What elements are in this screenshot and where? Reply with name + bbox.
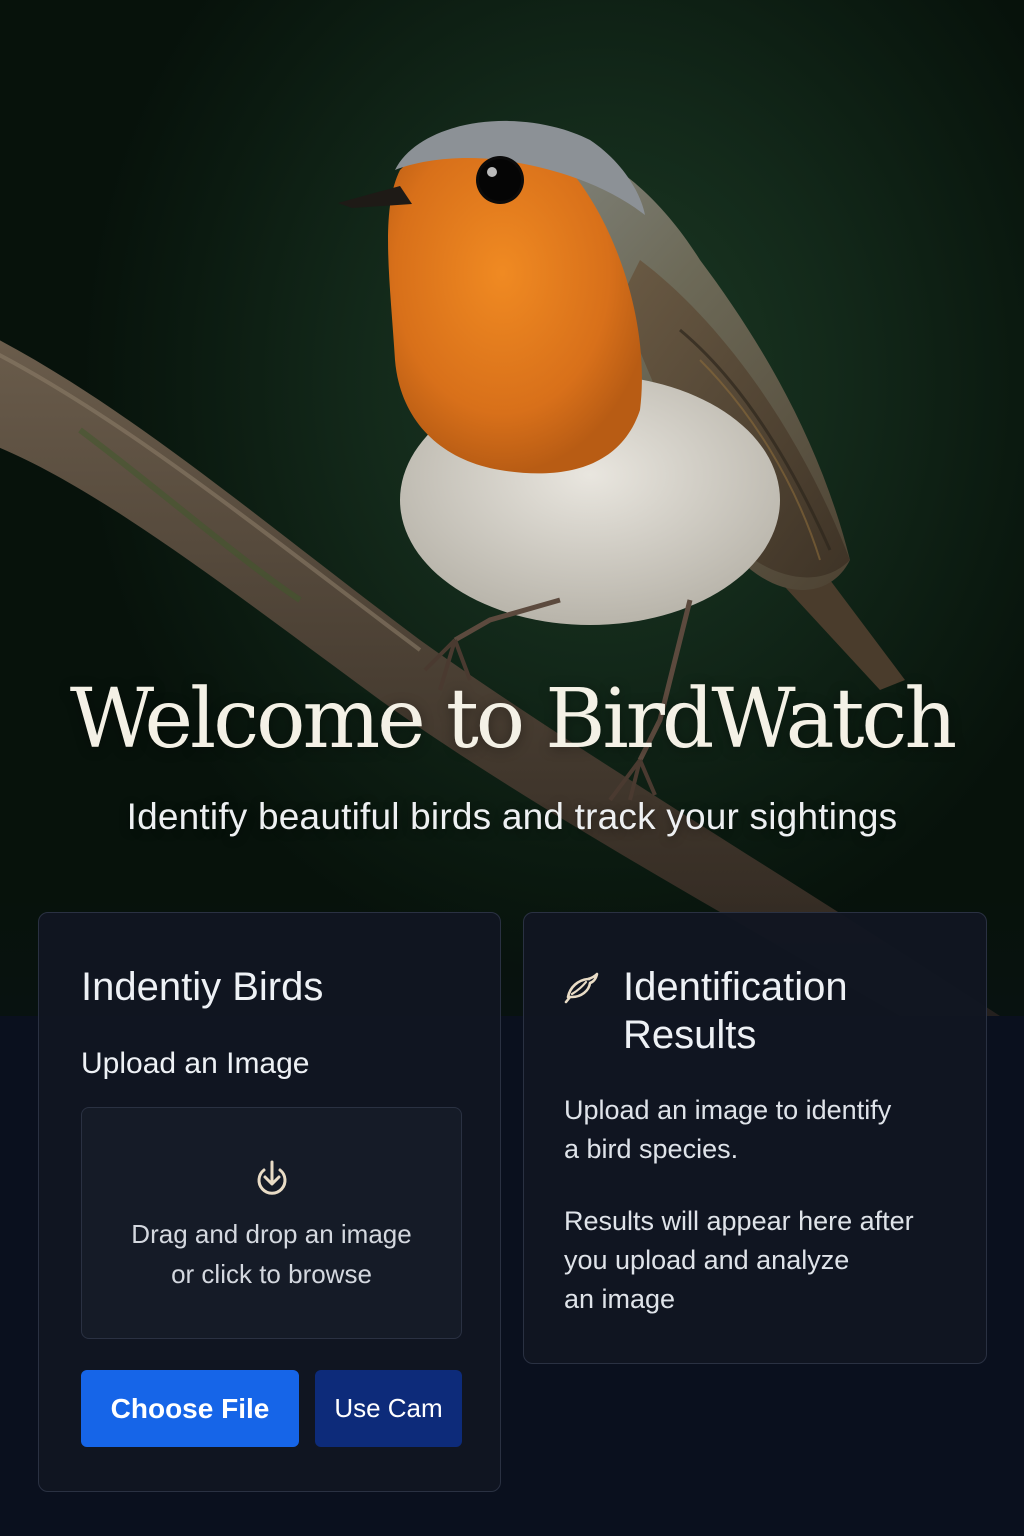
bird-icon [564,972,599,1004]
identify-card-title: Indentiy Birds [81,965,324,1009]
download-icon [257,1160,287,1195]
page-title: Welcome to BirdWatch [69,672,957,767]
results-title-line-2: Results [623,1013,757,1057]
upload-image-label: Upload an Image [81,1047,310,1080]
hero-banner [0,0,1024,1016]
results-card-title: Identification Results [623,963,848,1059]
results-placeholder-line-2: you upload and analyze [564,1245,850,1275]
dropzone-line-2: or click to browse [171,1259,372,1289]
identification-results-card: Identification Results Upload an image t… [523,912,987,1364]
results-instruction-line-2: a bird species. [564,1134,739,1164]
results-placeholder-line-3: an image [564,1284,676,1314]
results-placeholder-line-1: Results will appear here after [564,1206,914,1236]
results-title-line-1: Identification [623,965,848,1009]
results-instruction-line-1: Upload an image to identify [564,1095,892,1125]
choose-file-button[interactable]: Choose File [81,1370,299,1447]
use-camera-button[interactable]: Use Cam [315,1370,462,1447]
page-subtitle: Identify beautiful birds and track your … [126,796,898,837]
dropzone-line-1: Drag and drop an image [131,1219,412,1249]
results-instruction-text: Upload an image to identify a bird speci… [564,1091,964,1169]
identify-birds-card: Indentiy Birds Upload an Image Drag and … [38,912,501,1492]
robin-photo [0,120,1000,1016]
page: Welcome to BirdWatch Identify beautiful … [0,0,1024,1536]
results-placeholder-text: Results will appear here after you uploa… [564,1202,964,1319]
dropzone-instructions: Drag and drop an image or click to brows… [82,1214,461,1294]
image-dropzone[interactable]: Drag and drop an image or click to brows… [81,1107,462,1339]
